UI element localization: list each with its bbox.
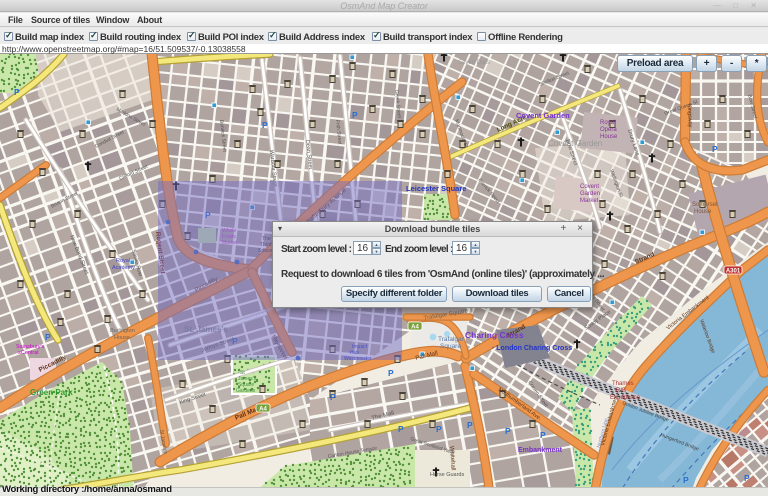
svg-text:P: P bbox=[467, 420, 473, 430]
svg-text:P: P bbox=[330, 392, 336, 402]
svg-text:P: P bbox=[540, 430, 546, 440]
svg-text:P: P bbox=[352, 110, 358, 120]
svg-text:P: P bbox=[14, 87, 20, 97]
svg-text:P: P bbox=[262, 120, 268, 130]
svg-text:P: P bbox=[744, 473, 750, 483]
svg-text:P: P bbox=[712, 144, 718, 154]
svg-text:P: P bbox=[45, 332, 51, 342]
svg-text:P: P bbox=[436, 424, 442, 434]
svg-text:P: P bbox=[505, 426, 511, 436]
svg-text:P: P bbox=[398, 424, 404, 434]
svg-text:P: P bbox=[388, 368, 394, 378]
svg-text:P: P bbox=[683, 475, 689, 485]
